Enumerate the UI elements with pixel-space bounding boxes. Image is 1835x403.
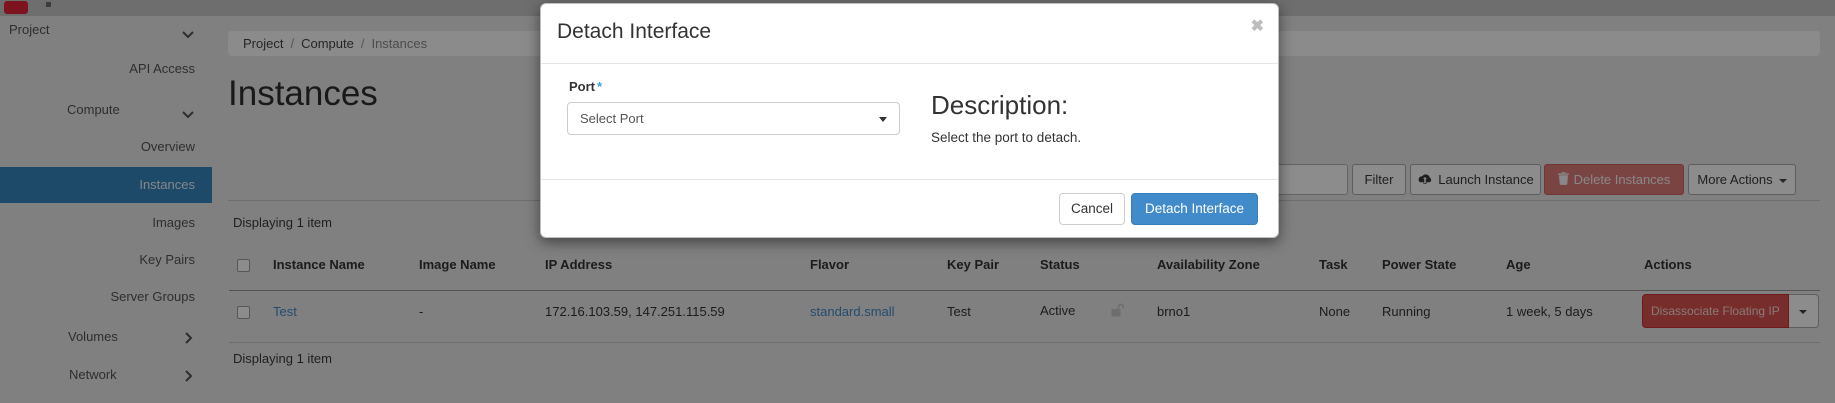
- description-text: Select the port to detach.: [931, 130, 1081, 145]
- cancel-button[interactable]: Cancel: [1059, 193, 1125, 225]
- required-asterisk: *: [597, 79, 602, 94]
- horizon-dashboard: Project API Access Compute Overview Inst…: [0, 0, 1835, 403]
- detach-interface-button[interactable]: Detach Interface: [1131, 193, 1258, 225]
- close-icon[interactable]: ✖: [1251, 16, 1264, 36]
- modal-footer-divider: [541, 179, 1278, 180]
- modal-title: Detach Interface: [557, 20, 711, 44]
- port-label-text: Port: [569, 79, 595, 94]
- port-label: Port*: [569, 79, 602, 94]
- caret-down-icon: [879, 117, 887, 122]
- detach-interface-modal: Detach Interface ✖ Port* Select Port Des…: [540, 3, 1279, 238]
- description-heading: Description:: [931, 90, 1068, 121]
- modal-header-divider: [541, 63, 1278, 64]
- port-select[interactable]: Select Port: [567, 102, 900, 135]
- port-select-value: Select Port: [580, 103, 644, 134]
